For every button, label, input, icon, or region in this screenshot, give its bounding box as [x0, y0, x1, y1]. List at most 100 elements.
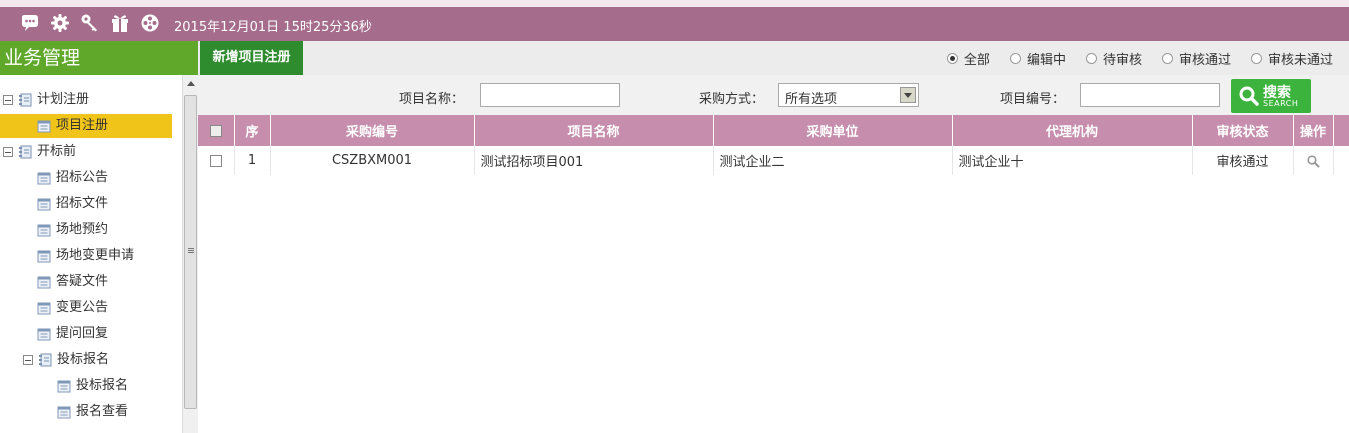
folder-notebook-icon [18, 93, 32, 107]
radio-button-icon[interactable] [1085, 52, 1097, 64]
tree-node-label: 项目注册 [56, 118, 109, 133]
column-header-name[interactable]: 项目名称 [474, 115, 714, 146]
tree-node[interactable]: 计划注册 [3, 88, 89, 112]
radio-button-icon[interactable] [946, 52, 958, 64]
tree-node[interactable]: 答疑文件 [37, 270, 108, 294]
table-body: 1 CSZBXM001 测试招标项目001 测试企业二 测试企业十 审核通过 [198, 146, 1349, 175]
tree-node-label: 计划注册 [37, 92, 90, 107]
tree-node[interactable]: 招标文件 [37, 192, 108, 216]
select-all-header [198, 115, 235, 146]
audit-status-cell: 审核通过 [1192, 146, 1294, 175]
magnifier-icon[interactable] [1306, 154, 1320, 168]
new-project-registration-button[interactable]: 新增项目注册 [200, 41, 303, 75]
tree-node[interactable]: 招标公告 [37, 166, 108, 190]
procurement-method-value: 所有选项 [785, 92, 838, 107]
column-header-index[interactable]: 序 [234, 115, 271, 146]
radio-button-icon[interactable] [1250, 52, 1262, 64]
agency-cell: 测试企业十 [952, 146, 1193, 175]
settings-icon[interactable] [50, 13, 70, 33]
chevron-down-icon[interactable] [900, 87, 916, 103]
tree-node[interactable]: 场地变更申请 [37, 244, 134, 268]
search-row: 项目名称： 采购方式： 所有选项 项目编号： 搜索 SEARCH [198, 75, 1349, 115]
tree-node[interactable]: 项目注册 [0, 114, 172, 138]
tree-node[interactable]: 提问回复 [37, 322, 108, 346]
status-filter-label: 编辑中 [1026, 52, 1066, 68]
key-icon[interactable] [80, 13, 100, 33]
column-header-unit[interactable]: 采购单位 [713, 115, 953, 146]
document-page-icon [37, 119, 51, 133]
document-page-icon [37, 197, 51, 211]
tree-node[interactable]: 报名查看 [57, 400, 128, 424]
row-select-cell [198, 146, 235, 175]
tree-node-label: 变更公告 [56, 300, 109, 315]
status-filter-radio[interactable]: 全部 [946, 49, 990, 68]
status-filter-label: 审核未通过 [1267, 52, 1333, 68]
scrollbar-grip-icon [188, 248, 194, 249]
chat-icon[interactable] [20, 13, 40, 33]
tree-node-label: 报名查看 [76, 404, 129, 419]
procurement-unit-cell: 测试企业二 [713, 146, 953, 175]
folder-notebook-icon [38, 353, 52, 367]
document-page-icon [37, 275, 51, 289]
tree-node-label: 投标报名 [57, 352, 110, 367]
project-number-input[interactable] [1080, 83, 1220, 107]
collapse-toggle-icon[interactable] [23, 355, 33, 365]
column-header-status[interactable]: 审核状态 [1192, 115, 1294, 146]
status-filter-radio[interactable]: 编辑中 [1009, 49, 1066, 68]
gift-icon[interactable] [110, 13, 130, 33]
main-panel: 新增项目注册 全部 编辑中 待审核 审核通过 审核未通过 项目名称： 采购方式： 所有选… [198, 41, 1349, 433]
tree-node-label: 场地预约 [56, 222, 109, 237]
scrollbar-thumb[interactable] [184, 95, 197, 409]
status-filter-group: 全部 编辑中 待审核 审核通过 审核未通过 [946, 41, 1333, 75]
search-button[interactable]: 搜索 SEARCH [1231, 79, 1311, 113]
status-filter-radio[interactable]: 审核通过 [1161, 49, 1231, 68]
status-filter-label: 全部 [963, 52, 990, 68]
select-all-checkbox[interactable] [209, 124, 222, 137]
table-row[interactable]: 1 CSZBXM001 测试招标项目001 测试企业二 测试企业十 审核通过 [198, 146, 1349, 175]
radio-button-icon[interactable] [1009, 52, 1021, 64]
film-reel-icon[interactable] [140, 13, 160, 33]
project-table: 序 采购编号 项目名称 采购单位 代理机构 审核状态 操作 1 CSZBXM001… [198, 115, 1349, 175]
sidebar-scrollbar[interactable] [182, 75, 198, 433]
radio-button-icon[interactable] [1161, 52, 1173, 64]
table-header-row: 序 采购编号 项目名称 采购单位 代理机构 审核状态 操作 [198, 115, 1349, 146]
tree-node[interactable]: 变更公告 [37, 296, 108, 320]
top-strip [0, 0, 1349, 7]
collapse-toggle-icon[interactable] [3, 95, 13, 105]
document-page-icon [37, 249, 51, 263]
project-number-label: 项目编号： [1000, 92, 1066, 107]
document-page-icon [37, 301, 51, 315]
row-checkbox[interactable] [209, 154, 222, 167]
tree-node-label: 招标公告 [56, 170, 109, 185]
tree-node-label: 提问回复 [56, 326, 109, 341]
tree-node-label: 投标报名 [76, 378, 129, 393]
status-filter-radio[interactable]: 审核未通过 [1250, 49, 1333, 68]
tree-node-label: 招标文件 [56, 196, 109, 211]
project-name-cell: 测试招标项目001 [474, 146, 714, 175]
scroll-up-arrow-icon[interactable] [187, 81, 195, 86]
top-bar: 2015年12月01日 15时25分36秒 [0, 7, 1349, 41]
collapse-toggle-icon[interactable] [3, 147, 13, 157]
status-filter-radio[interactable]: 待审核 [1085, 49, 1142, 68]
column-header-filler [1333, 115, 1349, 146]
document-page-icon [57, 405, 71, 419]
column-header-action: 操作 [1293, 115, 1334, 146]
top-icon-group [20, 13, 160, 33]
project-name-input[interactable] [480, 83, 620, 107]
procurement-method-select[interactable]: 所有选项 [778, 83, 919, 107]
tree-node-label: 开标前 [37, 144, 77, 159]
row-filler-cell [1333, 146, 1349, 175]
search-button-sublabel: SEARCH [1263, 99, 1299, 108]
tree-node[interactable]: 开标前 [3, 140, 76, 164]
status-filter-label: 审核通过 [1178, 52, 1231, 68]
document-page-icon [37, 223, 51, 237]
document-page-icon [37, 327, 51, 341]
row-action-cell [1293, 146, 1334, 175]
tree-node[interactable]: 投标报名 [23, 348, 109, 372]
tree-node[interactable]: 场地预约 [37, 218, 108, 242]
tree-node[interactable]: 投标报名 [57, 374, 128, 398]
column-header-code[interactable]: 采购编号 [270, 115, 475, 146]
column-header-agency[interactable]: 代理机构 [952, 115, 1193, 146]
toolbar: 新增项目注册 全部 编辑中 待审核 审核通过 审核未通过 [198, 41, 1349, 75]
procurement-method-label: 采购方式： [699, 92, 765, 107]
